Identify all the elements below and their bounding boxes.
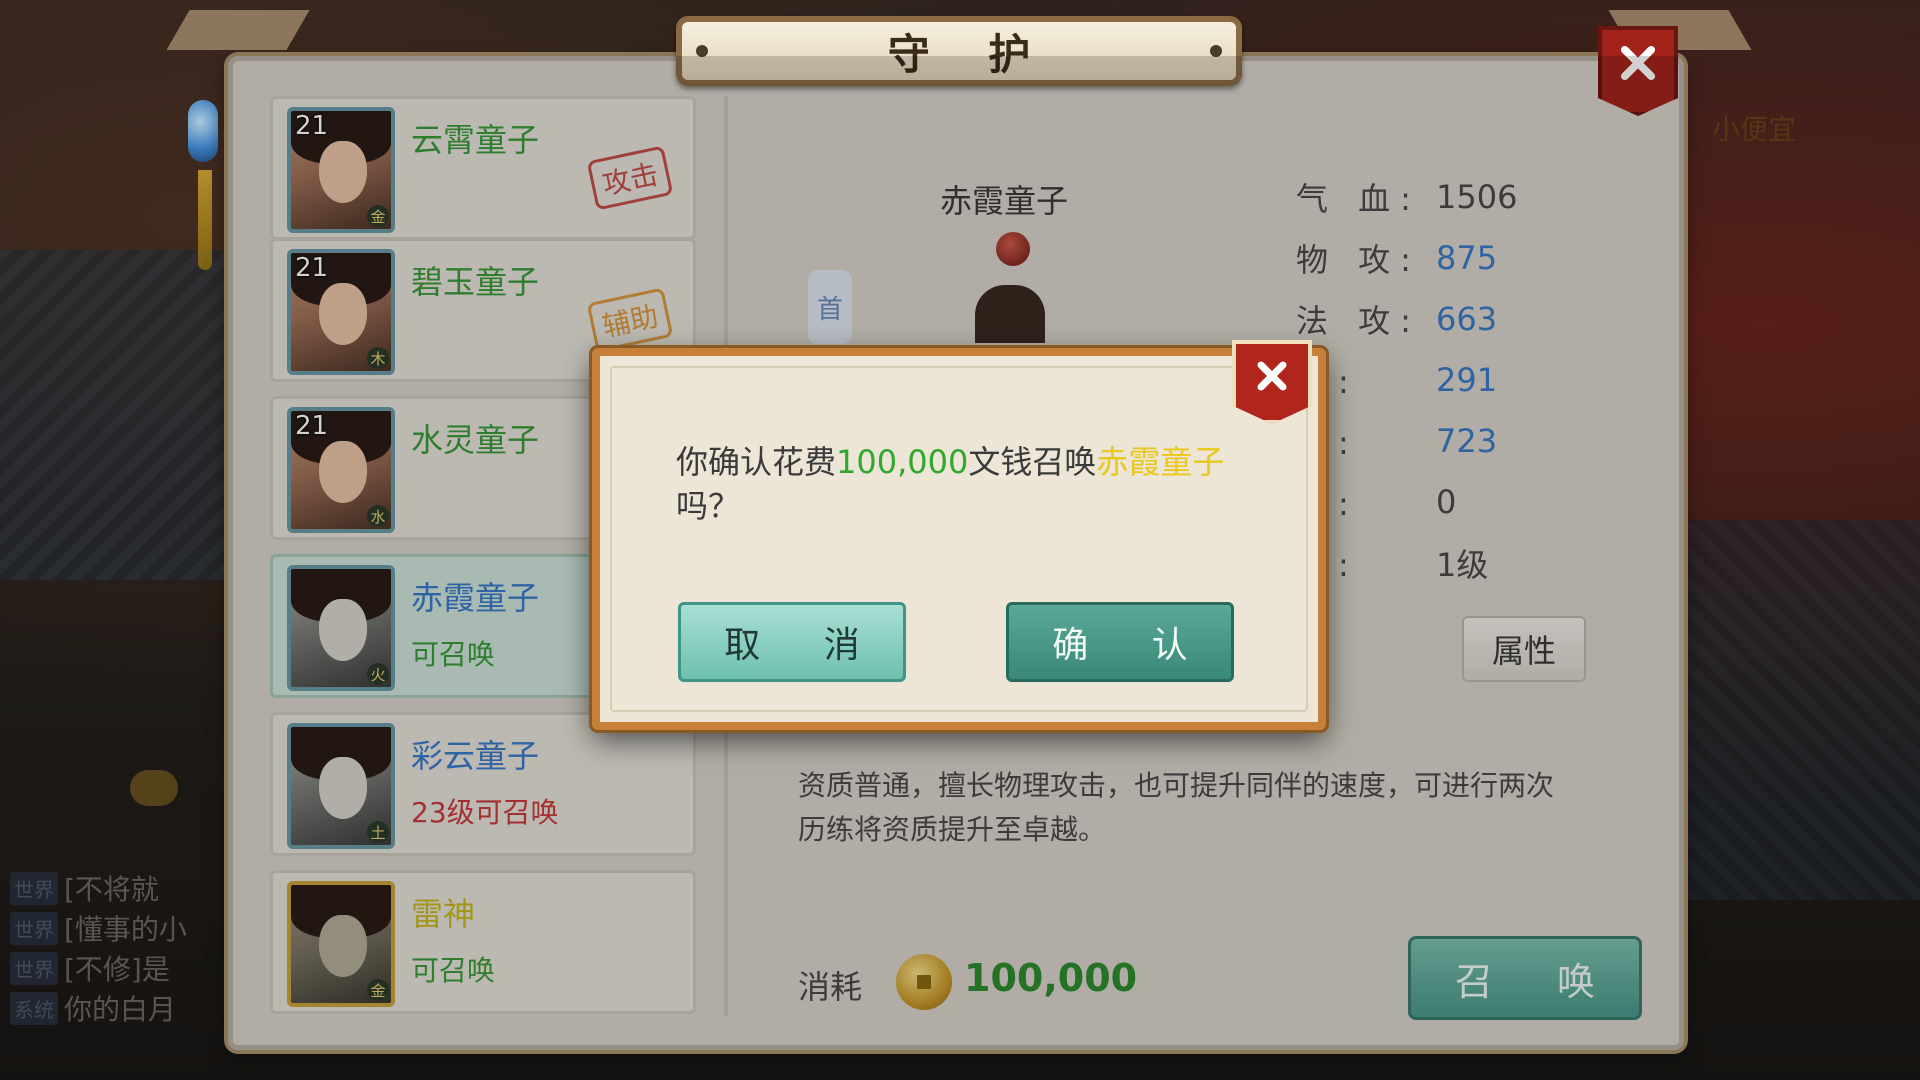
- coin-icon: [896, 954, 952, 1010]
- guardian-portrait: 21 木: [287, 249, 395, 375]
- stat-label: 气 血:: [1296, 180, 1421, 218]
- close-icon: [1257, 361, 1287, 391]
- panel-title-plaque: 守 护: [676, 16, 1242, 86]
- guardian-status: 可召唤: [411, 954, 496, 987]
- guardian-portrait: 21 金: [287, 107, 395, 233]
- stat-row: 密: 0: [1296, 477, 1656, 527]
- stat-row: 法 攻: 663: [1296, 294, 1656, 344]
- stat-value: 663: [1436, 300, 1498, 338]
- stat-value: 875: [1436, 239, 1498, 277]
- guardian-name: 雷神: [411, 895, 476, 933]
- confirm-message-amount: 100,000: [836, 443, 969, 481]
- confirm-message-prefix: 你确认花费: [676, 443, 837, 481]
- guardian-portrait: 土: [287, 723, 395, 849]
- stat-value: 1506: [1436, 178, 1518, 216]
- guardian-portrait: 火: [287, 565, 395, 691]
- guardian-name: 彩云童子: [411, 737, 540, 775]
- tassel-ornament-icon: [198, 170, 212, 270]
- guardian-status: 可召唤: [411, 638, 496, 671]
- guardian-model: [975, 285, 1045, 343]
- element-badge-icon: 水: [367, 505, 389, 527]
- element-badge-icon: 木: [367, 347, 389, 369]
- stat-label: 物 攻:: [1296, 241, 1421, 279]
- guardian-name: 水灵童子: [411, 421, 540, 459]
- attributes-button[interactable]: 属性: [1462, 616, 1586, 682]
- confirm-message-guardian: 赤霞童子: [1096, 443, 1225, 481]
- confirm-button[interactable]: 确 认: [1006, 602, 1234, 682]
- cost-value: 100,000: [964, 956, 1138, 1000]
- close-panel-button[interactable]: [1598, 26, 1678, 116]
- stat-row: 御: 723: [1296, 416, 1656, 466]
- element-badge-icon: 金: [367, 205, 389, 227]
- summon-button[interactable]: 召 唤: [1408, 936, 1642, 1020]
- element-orb-icon: [996, 232, 1030, 266]
- stat-row: 度: 291: [1296, 355, 1656, 405]
- role-stamp: 辅助: [586, 287, 674, 353]
- guardian-description: 资质普通，擅长物理攻击，也可提升同伴的速度，可进行两次历练将资质提升至卓越。: [798, 769, 1555, 846]
- close-icon: [1620, 45, 1656, 81]
- gem-ornament-icon: [188, 100, 218, 162]
- guardian-status: 23级可召唤: [411, 796, 559, 829]
- element-badge-icon: 火: [367, 663, 389, 685]
- panel-title: 守 护: [887, 29, 1053, 79]
- guardian-level: 21: [295, 253, 329, 283]
- guardian-name: 云霄童子: [411, 121, 540, 159]
- guardian-level: 21: [295, 111, 329, 141]
- guardian-card[interactable]: 土 彩云童子 23级可召唤: [270, 712, 696, 856]
- role-stamp: 攻击: [586, 145, 674, 211]
- first-tag[interactable]: 首: [808, 270, 852, 344]
- guardian-portrait: 金: [287, 881, 395, 1007]
- cancel-button[interactable]: 取 消: [678, 602, 906, 682]
- panel-corner-ornament: [166, 10, 310, 50]
- guardian-name: 赤霞童子: [411, 579, 540, 617]
- confirm-message-suffix: 吗？: [676, 487, 741, 525]
- cost-label: 消耗: [798, 968, 863, 1006]
- confirm-message-middle: 文钱召唤: [968, 443, 1097, 481]
- plaque-rivet: [1210, 45, 1222, 57]
- confirm-message: 你确认花费100,000文钱召唤赤霞童子吗？: [676, 440, 1266, 528]
- element-badge-icon: 金: [367, 979, 389, 1001]
- element-badge-icon: 土: [367, 821, 389, 843]
- stat-row: 养: 1级: [1296, 538, 1656, 588]
- guardian-card[interactable]: 21 金 云霄童子 攻击: [270, 96, 696, 240]
- plaque-rivet: [696, 45, 708, 57]
- guardian-card[interactable]: 金 雷神 可召唤: [270, 870, 696, 1014]
- stat-value: 291: [1436, 361, 1498, 399]
- selected-guardian-name: 赤霞童子: [940, 182, 1069, 220]
- guardian-level: 21: [295, 411, 329, 441]
- guardian-name: 碧玉童子: [411, 263, 540, 301]
- stat-value: 723: [1436, 422, 1498, 460]
- guardian-portrait: 21 水: [287, 407, 395, 533]
- stat-row: 气 血: 1506: [1296, 172, 1656, 222]
- stat-row: 物 攻: 875: [1296, 233, 1656, 283]
- stat-label: 法 攻:: [1296, 302, 1421, 340]
- stat-value: 1级: [1436, 546, 1489, 584]
- stat-value: 0: [1436, 483, 1457, 521]
